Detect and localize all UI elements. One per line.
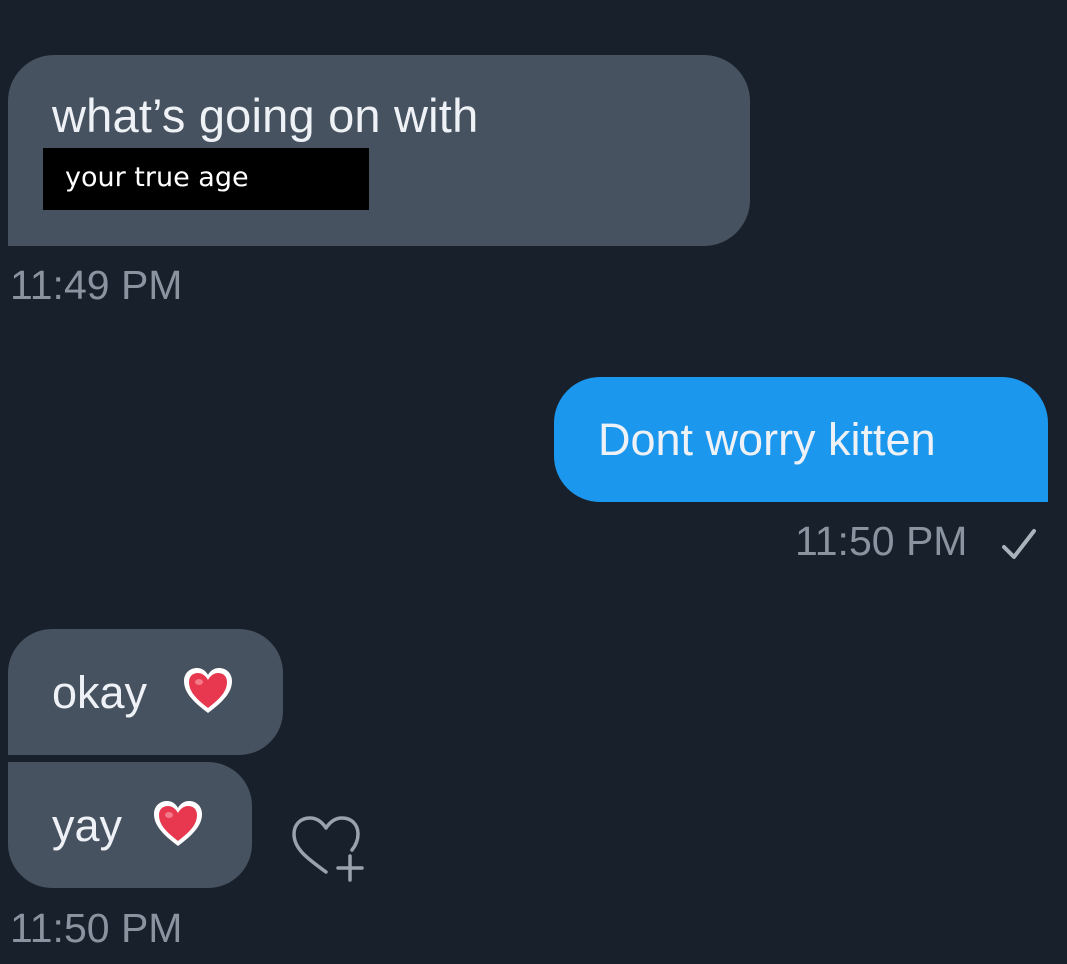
timestamp: 11:50 PM [795, 518, 968, 564]
redaction-label: your true age [65, 162, 249, 193]
message-text: okay [52, 667, 148, 718]
message-text: Dont worry kitten [598, 414, 936, 465]
check-icon [1002, 529, 1036, 559]
red-heart-icon [154, 801, 202, 846]
message-bubble-sent[interactable]: Dont worry kitten [554, 377, 1048, 502]
message-text: what’s going on with [52, 89, 479, 142]
message-bubble-received[interactable]: okay [8, 629, 283, 755]
red-heart-icon [184, 668, 232, 713]
chat-screen: what’s going on with your true age 11:49… [0, 0, 1067, 964]
timestamp: 11:49 PM [10, 262, 183, 308]
timestamp: 11:50 PM [10, 905, 183, 951]
redaction-box: your true age [43, 148, 369, 210]
add-reaction-heart-icon[interactable] [288, 812, 370, 884]
message-bubble-received[interactable]: what’s going on with your true age [8, 55, 750, 246]
message-bubble-received[interactable]: yay [8, 762, 252, 888]
message-text: yay [52, 800, 123, 851]
